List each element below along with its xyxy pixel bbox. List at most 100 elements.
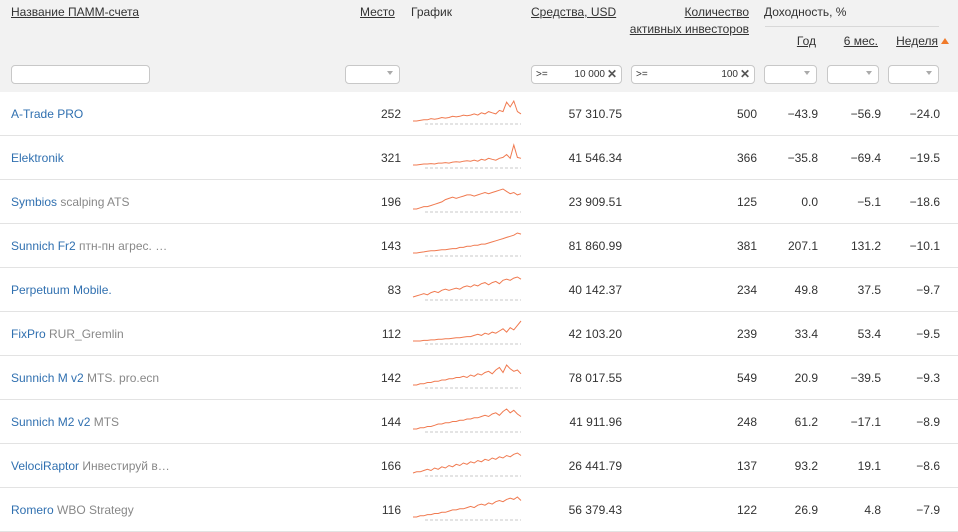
week-yield-cell: −8.9 (916, 415, 940, 429)
performance-sparkline (413, 143, 522, 169)
sparkline-series (412, 452, 522, 474)
column-header-funds[interactable]: Средства, USD (531, 4, 616, 20)
funds-filter[interactable]: >= 10 000 ✕ (531, 65, 622, 84)
sparkline-series (413, 364, 522, 386)
place-filter-select[interactable] (345, 65, 400, 84)
yield-divider (765, 26, 939, 27)
account-name: A-Trade PRO (11, 107, 83, 121)
place-cell: 116 (381, 503, 401, 517)
column-header-name[interactable]: Название ПАММ-счета (11, 4, 139, 20)
week-yield-cell: −10.1 (909, 239, 940, 253)
funds-cell: 41 546.34 (568, 151, 622, 165)
performance-sparkline (412, 452, 522, 477)
investors-cell: 500 (736, 107, 757, 121)
clear-icon[interactable]: ✕ (607, 67, 617, 81)
place-cell: 252 (380, 107, 401, 121)
funds-cell: 81 860.99 (568, 239, 622, 253)
column-header-place[interactable]: Место (360, 4, 395, 20)
year-yield-cell: 93.2 (794, 459, 818, 473)
six-months-yield-cell: −39.5 (850, 371, 881, 385)
account-name-link[interactable]: FixPro (11, 327, 46, 341)
investors-cell: 248 (736, 415, 757, 429)
account-name-link[interactable]: A-Trade PRO (11, 107, 83, 121)
investors-filter-value[interactable]: 100 (721, 69, 738, 80)
account-subtitle: MTS (93, 415, 120, 429)
account-name-link[interactable]: Sunnich Fr2 (11, 239, 76, 253)
investors-filter[interactable]: >= 100 ✕ (631, 65, 755, 84)
funds-filter-value[interactable]: 10 000 (574, 69, 605, 80)
funds-cell: 57 310.75 (568, 107, 622, 121)
funds-cell: 41 911.96 (569, 415, 623, 429)
account-subtitle: WBO Strategy (57, 503, 134, 517)
investors-filter-operator[interactable]: >= (636, 69, 648, 80)
table-row[interactable]: Elektronik 321 41 546.34 366 −35.8 −69.4 −19.5 (0, 136, 958, 180)
table-row[interactable]: Romero WBO Strategy 116 56 379.43 122 26.9 4.… (0, 488, 958, 532)
account-name-link[interactable]: Perpetuum Mobile. (11, 283, 112, 297)
column-header-investors-line1[interactable]: Количество (630, 4, 749, 20)
account-name-link[interactable]: Romero (11, 503, 54, 517)
funds-filter-operator[interactable]: >= (536, 69, 548, 80)
account-name-link[interactable]: VelociRaptor (11, 459, 79, 473)
place-cell: 321 (380, 151, 401, 165)
place-cell: 166 (380, 459, 401, 473)
name-filter-input[interactable] (11, 65, 150, 84)
six-months-yield-cell: 37.5 (857, 283, 881, 297)
week-yield-cell: −18.6 (909, 195, 940, 209)
funds-cell: 40 142.37 (568, 283, 622, 297)
investors-cell: 122 (736, 503, 757, 517)
account-subtitle: MTS. pro.ecn (87, 371, 160, 385)
column-header-investors-line2[interactable]: активных инвесторов (620, 21, 749, 37)
column-header-year[interactable]: Год (776, 33, 816, 49)
table-row[interactable]: FixPro RUR_Gremlin 112 42 103.20 239 33.4 53.… (0, 312, 958, 356)
week-yield-cell: −19.5 (909, 151, 940, 165)
performance-sparkline (412, 276, 522, 301)
performance-sparkline (413, 408, 522, 433)
place-cell: 142 (380, 371, 401, 385)
account-name-link[interactable]: Symbios (11, 195, 57, 209)
column-header-week[interactable]: Неделя (890, 33, 938, 49)
year-filter-select[interactable] (764, 65, 817, 84)
week-filter-select[interactable] (888, 65, 939, 84)
clear-icon[interactable]: ✕ (740, 67, 750, 81)
table-row[interactable]: Sunnich Fr2 птн-пн агрес. … 143 81 860.99 3… (0, 224, 958, 268)
week-yield-cell: −9.3 (916, 371, 940, 385)
performance-sparkline (413, 320, 522, 345)
account-subtitle: Инвестируй в… (82, 459, 170, 473)
account-subtitle: scalping ATS (60, 195, 130, 209)
account-name: Sunnich Fr2 птн-пн агрес. … (11, 239, 167, 253)
six-months-yield-cell: −17.1 (850, 415, 881, 429)
table-row[interactable]: Perpetuum Mobile. 83 40 142.37 234 49.8 37.5 −… (0, 268, 958, 312)
table-header: Название ПАММ-счета Место График Средств… (0, 0, 958, 92)
column-header-six-months[interactable]: 6 мес. (836, 33, 878, 49)
table-row[interactable]: VelociRaptor Инвестируй в… 166 26 441.79 13… (0, 444, 958, 488)
sparkline-series (413, 188, 522, 210)
performance-sparkline (413, 232, 522, 257)
account-name-link[interactable]: Sunnich M2 v2 (11, 415, 90, 429)
performance-sparkline (413, 496, 522, 521)
place-cell: 83 (387, 283, 401, 297)
week-yield-cell: −8.6 (916, 459, 940, 473)
table-row[interactable]: Symbios scalping ATS 196 23 909.51 125 0.0 −5… (0, 180, 958, 224)
six-months-filter-select[interactable] (827, 65, 879, 84)
table-row[interactable]: A-Trade PRO 252 57 310.75 500 −43.9 −56.9 −24.… (0, 92, 958, 136)
account-name: Sunnich M2 v2 MTS (11, 415, 119, 429)
chevron-down-icon (926, 71, 932, 75)
account-name-link[interactable]: Elektronik (11, 151, 64, 165)
performance-sparkline (413, 99, 522, 125)
funds-cell: 56 379.43 (568, 503, 622, 517)
investors-cell: 381 (736, 239, 757, 253)
sparkline-series (413, 320, 522, 342)
investors-cell: 234 (736, 283, 757, 297)
week-yield-cell: −9.7 (916, 283, 940, 297)
account-name: Perpetuum Mobile. (11, 283, 112, 297)
account-subtitle: RUR_Gremlin (49, 327, 124, 341)
performance-sparkline (413, 364, 522, 389)
six-months-yield-cell: 131.2 (850, 239, 881, 253)
account-name-link[interactable]: Sunnich M v2 (11, 371, 84, 385)
table-row[interactable]: Sunnich M2 v2 MTS 144 41 911.96 248 61.2 −17.… (0, 400, 958, 444)
investors-cell: 549 (736, 371, 757, 385)
year-yield-cell: −35.8 (787, 151, 818, 165)
account-name: Symbios scalping ATS (11, 195, 130, 209)
sparkline-series (413, 99, 522, 122)
table-row[interactable]: Sunnich M v2 MTS. pro.ecn 142 78 017.55 549… (0, 356, 958, 400)
